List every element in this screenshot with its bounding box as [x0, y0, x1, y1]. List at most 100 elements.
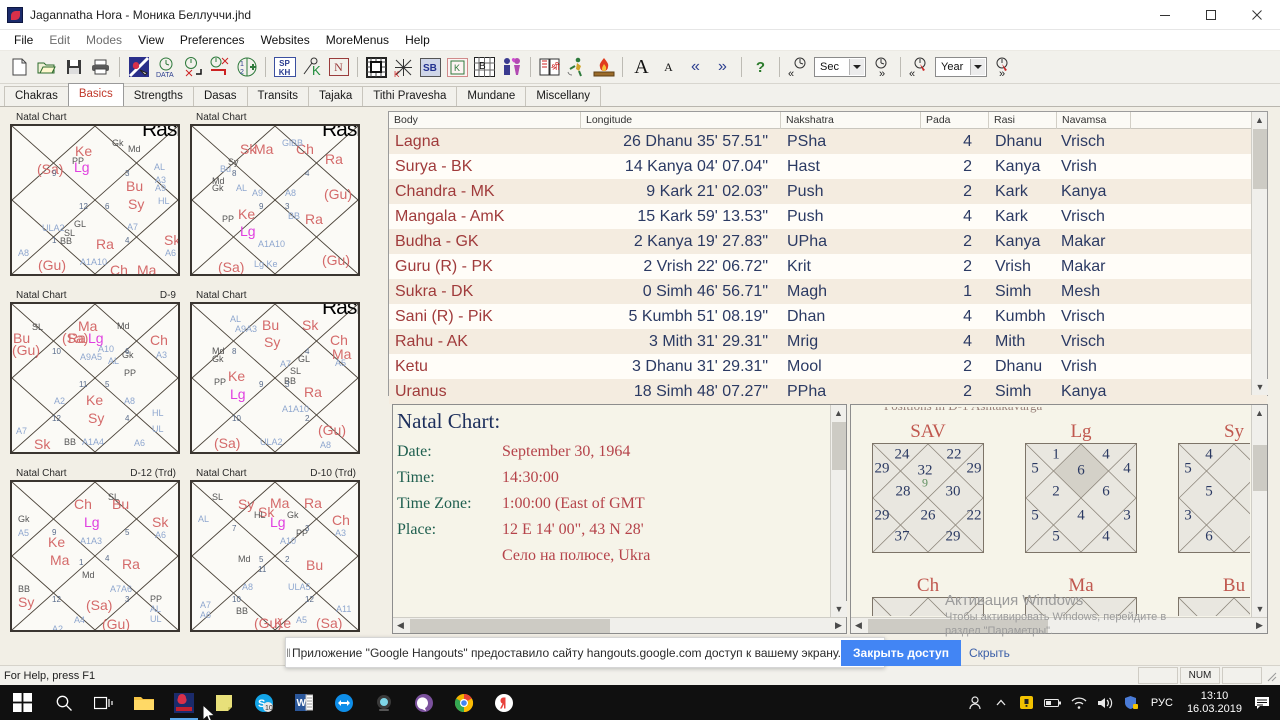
tab-strengths[interactable]: Strengths [122, 86, 194, 106]
info-vertical-scrollbar[interactable]: ▲ ▼ [830, 405, 847, 617]
kundali-star-icon[interactable]: K [390, 54, 417, 80]
chevron-down-icon[interactable] [970, 59, 985, 75]
scroll-down-arrow-icon[interactable]: ▼ [831, 601, 847, 617]
table-row[interactable]: Rahu - AK 3 Mith 31' 29.31" Mrig 4 Mith … [389, 329, 1267, 354]
ashtakavarga-cell-bu[interactable]: Bu [1178, 575, 1250, 616]
scrollbar-track[interactable] [408, 618, 831, 633]
scroll-left-arrow-icon[interactable]: ◀ [851, 620, 866, 631]
table-row[interactable]: Budha - GK 2 Kanya 19' 27.83" UPha 2 Kan… [389, 229, 1267, 254]
show-hidden-icons-icon[interactable] [989, 685, 1013, 720]
open-folder-icon[interactable] [33, 54, 60, 80]
sp-kh-icon[interactable]: SP KH [271, 54, 298, 80]
stop-sharing-button[interactable]: Закрыть доступ [841, 639, 961, 666]
tab-miscellany[interactable]: Miscellany [525, 86, 602, 106]
ashtakavarga-cell-ma[interactable]: Ma [1025, 575, 1137, 616]
tab-tajaka[interactable]: Tajaka [308, 86, 364, 106]
edit-chart-icon[interactable] [125, 54, 152, 80]
file-explorer-button[interactable] [124, 685, 164, 720]
chrome-button[interactable] [444, 685, 484, 720]
natal-chart-rasi-2[interactable]: Natal Chart Rasi Ma Ch Sk GlBB Ra (Gu) B… [190, 112, 360, 276]
close-button[interactable] [1234, 0, 1280, 30]
scroll-up-arrow-icon[interactable]: ▲ [1252, 405, 1267, 421]
hide-toast-link[interactable]: Скрыть [969, 646, 1010, 660]
ashtakavarga-vertical-scrollbar[interactable]: ▲ ▼ [1251, 405, 1267, 617]
tab-dasas[interactable]: Dasas [192, 86, 248, 106]
column-header-longitude[interactable]: Longitude [581, 112, 781, 129]
prev-icon[interactable]: « [682, 54, 709, 80]
chevron-down-icon[interactable] [849, 59, 864, 75]
menu-item-help[interactable]: Help [397, 31, 438, 49]
natal-chart-rasi-1[interactable]: Natal Chart Rasi Ke Lg Gk Md AL A3 A9 Bu… [10, 112, 180, 276]
minimize-button[interactable] [1142, 0, 1188, 30]
search-button[interactable] [44, 685, 84, 720]
book-icon[interactable]: श्री [536, 54, 563, 80]
natal-chart-d10[interactable]: Natal Chart D-10 (Trd) SL Sy Ma Ra Sk Lg… [190, 468, 360, 632]
viber-button[interactable] [404, 685, 444, 720]
table-row[interactable]: Uranus 18 Simh 48' 07.27" PPha 2 Simh Ka… [389, 379, 1267, 404]
chart-diagram[interactable]: Ch Bu SL Lg Sk A6 Gk A5 Ke Ma A1A3 Ra Md… [10, 480, 180, 632]
volume-icon[interactable] [1093, 685, 1117, 720]
planetary-positions-table[interactable]: Body Longitude Nakshatra Pada Rasi Navam… [388, 111, 1268, 404]
menu-item-file[interactable]: File [6, 31, 41, 49]
save-icon[interactable] [60, 54, 87, 80]
clock-back-pin-icon[interactable]: « [906, 54, 933, 80]
k-box-icon[interactable]: K [444, 54, 471, 80]
print-icon[interactable] [87, 54, 114, 80]
yandex-button[interactable] [484, 685, 524, 720]
chart-diagram[interactable]: Rasi AL Bu Sk Sy Ch Ma A5 Md Gk A9A3 Ke … [190, 302, 360, 454]
table-row[interactable]: Chandra - MK 9 Kark 21' 02.03" Push 2 Ka… [389, 179, 1267, 204]
column-header-rasi[interactable]: Rasi [989, 112, 1057, 129]
table-row[interactable]: Mangala - AmK 15 Kark 59' 13.53" Push 4 … [389, 204, 1267, 229]
table-row[interactable]: Lagna 26 Dhanu 35' 57.51" PSha 4 Dhanu V… [389, 129, 1267, 154]
scroll-up-arrow-icon[interactable]: ▲ [1252, 112, 1267, 128]
ashtakavarga-diagram[interactable] [1178, 597, 1250, 616]
sticky-note-button[interactable] [204, 685, 244, 720]
scrollbar-track[interactable] [866, 618, 1252, 633]
scroll-up-arrow-icon[interactable]: ▲ [831, 405, 846, 421]
step-unit2-select[interactable]: Year [935, 57, 987, 77]
clock-forward-pin-icon[interactable]: » [989, 54, 1016, 80]
scrollbar-thumb[interactable] [1253, 129, 1267, 189]
table-row[interactable]: Sani (R) - PiK 5 Kumbh 51' 08.19" Dhan 4… [389, 304, 1267, 329]
natal-chart-rasi-3[interactable]: Natal Chart Rasi AL Bu Sk Sy Ch Ma A5 Md… [190, 290, 360, 454]
table-row[interactable]: Sukra - DK 0 Simh 46' 56.71" Magh 1 Simh… [389, 279, 1267, 304]
menu-item-view[interactable]: View [130, 31, 172, 49]
clock-forward-icon[interactable]: » [868, 54, 895, 80]
table-row[interactable]: Ketu 3 Dhanu 31' 29.31" Mool 2 Dhanu Vri… [389, 354, 1267, 379]
undo-clock-icon[interactable] [179, 54, 206, 80]
people-icon[interactable] [963, 685, 987, 720]
ashtakavarga-diagram[interactable] [1025, 597, 1137, 616]
ashtakavarga-diagram[interactable]: 1 4 5 6 4 2 6 5 4 3 5 4 [1025, 443, 1137, 553]
scroll-right-arrow-icon[interactable]: ▶ [831, 620, 846, 631]
clock-back-icon[interactable]: « [785, 54, 812, 80]
ashtakavarga-diagram[interactable] [872, 597, 984, 616]
scroll-down-arrow-icon[interactable]: ▼ [1252, 601, 1267, 617]
help-icon[interactable]: ? [747, 54, 774, 80]
natal-chart-d12[interactable]: Natal Chart D-12 (Trd) Ch Bu SL Lg Sk A6… [10, 468, 180, 632]
data-clock-icon[interactable]: DATA [152, 54, 179, 80]
chart-diagram[interactable]: Rasi Ke Lg Gk Md AL A3 A9 Bu Sy (Sa) PP … [10, 124, 180, 276]
ashtakavarga-panel[interactable]: Positions in D-1 Ashtakavarga SAV [850, 404, 1268, 634]
menu-item-websites[interactable]: Websites [253, 31, 318, 49]
font-large-icon[interactable]: A [628, 54, 655, 80]
menu-item-edit[interactable]: Edit [41, 31, 78, 49]
scroll-left-arrow-icon[interactable]: ◀ [393, 620, 408, 631]
ashtakavarga-cell-sy[interactable]: Sy 4 5 3 5 [1178, 421, 1250, 553]
chart-diagram[interactable]: Rasi Ma Ch Sk GlBB Ra (Gu) Bu Sy AL Md G… [190, 124, 360, 276]
ashtakavarga-horizontal-scrollbar[interactable]: ◀ ▶ [851, 617, 1267, 633]
menu-item-preferences[interactable]: Preferences [172, 31, 253, 49]
grid-icon[interactable] [363, 54, 390, 80]
jhora-taskbar-button[interactable] [164, 685, 204, 720]
ashtakavarga-diagram[interactable]: 4 5 3 5 3 2 6 [1178, 443, 1250, 553]
scroll-right-arrow-icon[interactable]: ▶ [1252, 620, 1267, 631]
chart-diagram[interactable]: SL Sy Ma Ra Sk Lg Gk HL AL Ch A3 PP A10 … [190, 480, 360, 632]
ashtakavarga-diagram[interactable]: 24 22 29 32 29 28 30 29 26 22 37 29 9 [872, 443, 984, 553]
column-header-nakshatra[interactable]: Nakshatra [781, 112, 921, 129]
font-small-icon[interactable]: A [655, 54, 682, 80]
fire-icon[interactable] [590, 54, 617, 80]
step-unit-select[interactable]: Sec [814, 57, 866, 77]
ashtakavarga-cell-lg[interactable]: Lg 1 4 5 6 4 2 6 5 4 3 5 4 [1025, 421, 1137, 553]
tab-tithi-pravesha[interactable]: Tithi Pravesha [362, 86, 458, 106]
column-header-body[interactable]: Body [389, 112, 581, 129]
table-row[interactable]: Guru (R) - PK 2 Vrish 22' 06.72" Krit 2 … [389, 254, 1267, 279]
